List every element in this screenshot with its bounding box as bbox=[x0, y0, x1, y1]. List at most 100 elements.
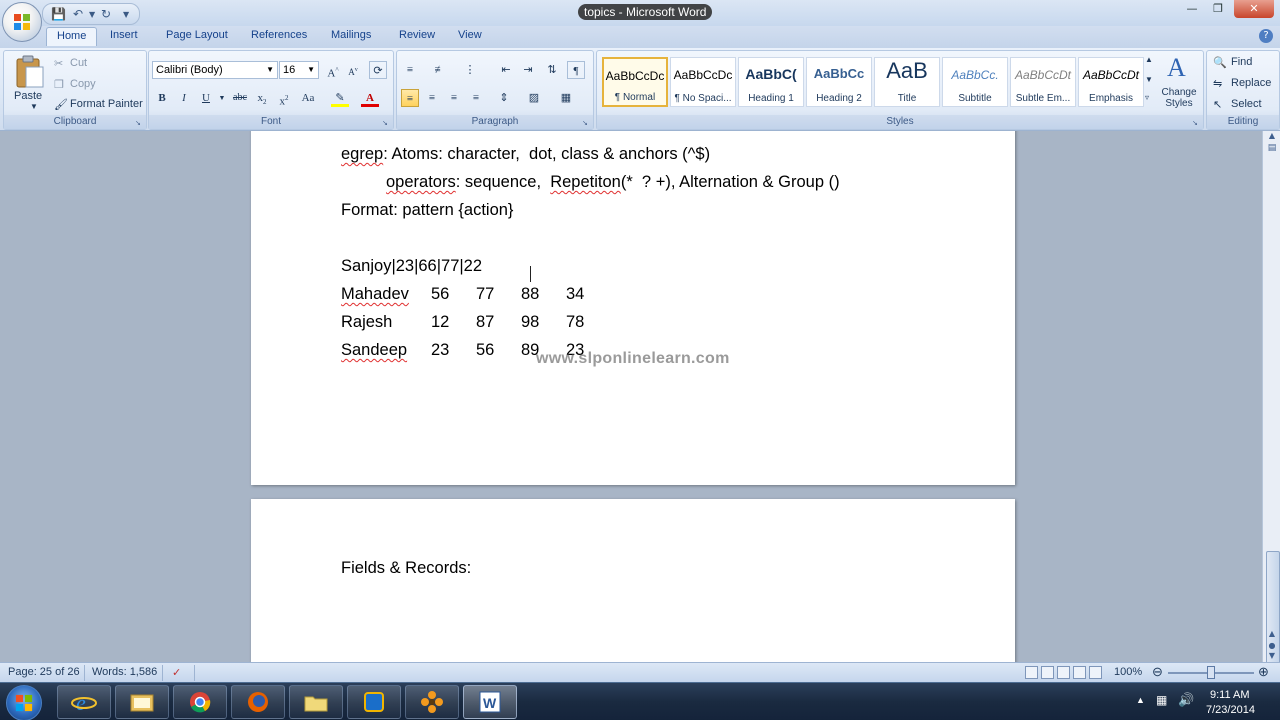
styles-scroll-down-icon[interactable]: ▼ bbox=[1145, 75, 1153, 84]
numbering-icon[interactable]: ≢ bbox=[431, 61, 449, 79]
replace-button[interactable]: Replace bbox=[1231, 77, 1271, 89]
save-icon[interactable]: 💾 bbox=[51, 7, 66, 21]
align-left-icon[interactable]: ≡ bbox=[401, 89, 419, 107]
style-normal[interactable]: AaBbCcDc ¶ Normal bbox=[602, 57, 668, 107]
replace-icon[interactable]: ⇋ bbox=[1213, 77, 1222, 90]
doc-line-sanjoy[interactable]: Sanjoy|23|66|77|22 bbox=[341, 257, 482, 276]
tab-view[interactable]: View bbox=[458, 29, 482, 41]
tab-insert[interactable]: Insert bbox=[110, 29, 138, 41]
taskbar-file-explorer[interactable] bbox=[115, 685, 169, 719]
print-layout-icon[interactable] bbox=[1025, 666, 1038, 679]
tab-references[interactable]: References bbox=[251, 29, 307, 41]
shading-icon[interactable]: ▨ bbox=[525, 89, 543, 107]
office-button[interactable] bbox=[2, 2, 42, 42]
grow-font-icon[interactable]: A^ bbox=[324, 61, 342, 80]
style-subtle-emphasis[interactable]: AaBbCcDt Subtle Em... bbox=[1010, 57, 1076, 107]
sort-icon[interactable]: ⇅ bbox=[543, 61, 561, 79]
find-button[interactable]: Find bbox=[1231, 56, 1252, 68]
change-styles-icon[interactable]: A bbox=[1167, 53, 1186, 83]
style-heading-2[interactable]: AaBbCc Heading 2 bbox=[806, 57, 872, 107]
tab-home[interactable]: Home bbox=[46, 27, 98, 46]
undo-dropdown-icon[interactable]: ▼ bbox=[89, 10, 95, 19]
copy-button[interactable]: Copy bbox=[70, 78, 96, 90]
page-count[interactable]: Page: 25 of 26 bbox=[8, 666, 80, 678]
font-size-combo[interactable]: 16 ▼ bbox=[279, 61, 319, 79]
tab-review[interactable]: Review bbox=[399, 29, 435, 41]
help-icon[interactable]: ? bbox=[1259, 29, 1273, 43]
page-26[interactable] bbox=[251, 499, 1015, 662]
paragraph-launcher-icon[interactable]: ↘ bbox=[582, 119, 590, 127]
customize-icon[interactable]: ▼ bbox=[123, 10, 129, 19]
full-screen-reading-icon[interactable] bbox=[1041, 666, 1054, 679]
change-case-icon[interactable]: Aa bbox=[299, 89, 317, 107]
font-launcher-icon[interactable]: ↘ bbox=[382, 119, 390, 127]
style-no-spacing[interactable]: AaBbCcDc ¶ No Spaci... bbox=[670, 57, 736, 107]
doc-line-format[interactable]: Format: pattern {action} bbox=[341, 201, 513, 220]
change-styles-button[interactable]: Change Styles bbox=[1161, 87, 1197, 109]
show-formatting-icon[interactable]: ¶ bbox=[567, 61, 585, 79]
doc-line-egrep[interactable]: egrep: Atoms: character, dot, class & an… bbox=[341, 145, 710, 164]
vertical-scrollbar[interactable]: ▤ ▲ ▲ ● ▼ bbox=[1262, 129, 1280, 713]
bold-icon[interactable]: B bbox=[153, 89, 171, 107]
zoom-slider-thumb[interactable] bbox=[1207, 666, 1215, 679]
align-right-icon[interactable]: ≡ bbox=[445, 89, 463, 107]
minimize-button[interactable]: — bbox=[1180, 0, 1204, 18]
proofing-icon[interactable]: ✓ bbox=[172, 666, 181, 679]
word-count[interactable]: Words: 1,586 bbox=[92, 666, 157, 678]
decrease-indent-icon[interactable]: ⇤ bbox=[497, 61, 515, 79]
styles-launcher-icon[interactable]: ↘ bbox=[1192, 119, 1200, 127]
font-color-icon[interactable]: A bbox=[361, 89, 379, 107]
style-emphasis[interactable]: AaBbCcDt Emphasis bbox=[1078, 57, 1144, 107]
format-painter-icon[interactable]: 🖌 bbox=[54, 98, 68, 111]
tab-mailings[interactable]: Mailings bbox=[331, 29, 371, 41]
taskbar-flower-app[interactable] bbox=[405, 685, 459, 719]
draft-icon[interactable] bbox=[1089, 666, 1102, 679]
redo-icon[interactable]: ↻ bbox=[101, 7, 111, 21]
show-hidden-icons-icon[interactable]: ▲ bbox=[1136, 695, 1145, 705]
paste-dropdown-icon[interactable]: ▼ bbox=[30, 102, 38, 111]
select-icon[interactable]: ↖ bbox=[1213, 98, 1222, 111]
styles-scroll-up-icon[interactable]: ▲ bbox=[1145, 55, 1153, 64]
paste-icon[interactable] bbox=[14, 55, 46, 89]
clipboard-launcher-icon[interactable]: ↘ bbox=[135, 119, 143, 127]
select-button[interactable]: Select bbox=[1231, 98, 1262, 110]
close-button[interactable]: ✕ bbox=[1234, 0, 1274, 18]
ruler-toggle-icon[interactable]: ▤ bbox=[1265, 141, 1279, 155]
taskbar-virtualbox[interactable] bbox=[347, 685, 401, 719]
volume-icon[interactable]: 🔊 bbox=[1178, 692, 1194, 708]
start-button[interactable] bbox=[6, 685, 42, 720]
zoom-out-icon[interactable]: ⊖ bbox=[1152, 664, 1163, 680]
bullets-icon[interactable]: ≡ bbox=[401, 61, 419, 79]
clock-time[interactable]: 9:11 AM bbox=[1210, 689, 1250, 701]
document-area[interactable] bbox=[0, 131, 1262, 662]
shrink-font-icon[interactable]: Av bbox=[344, 61, 362, 79]
restore-button[interactable]: ❐ bbox=[1206, 0, 1230, 18]
cut-button[interactable]: Cut bbox=[70, 57, 87, 69]
undo-icon[interactable]: ↶ bbox=[73, 7, 83, 21]
doc-line-operators[interactable]: operators: sequence, Repetiton(* ? +), A… bbox=[386, 173, 840, 192]
style-heading-1[interactable]: AaBbC( Heading 1 bbox=[738, 57, 804, 107]
align-center-icon[interactable]: ≡ bbox=[423, 89, 441, 107]
next-page-icon[interactable]: ▼ bbox=[1265, 649, 1279, 663]
tab-page-layout[interactable]: Page Layout bbox=[166, 29, 228, 41]
taskbar-firefox[interactable] bbox=[231, 685, 285, 719]
clock-date[interactable]: 7/23/2014 bbox=[1206, 704, 1255, 716]
cut-icon[interactable]: ✂ bbox=[54, 57, 63, 70]
justify-icon[interactable]: ≡ bbox=[467, 89, 485, 107]
font-name-combo[interactable]: Calibri (Body) ▼ bbox=[152, 61, 278, 79]
taskbar-folder[interactable] bbox=[289, 685, 343, 719]
style-subtitle[interactable]: AaBbCc. Subtitle bbox=[942, 57, 1008, 107]
font-size-dropdown-icon[interactable]: ▼ bbox=[307, 62, 315, 78]
outline-icon[interactable] bbox=[1073, 666, 1086, 679]
scroll-up-icon[interactable]: ▲ bbox=[1265, 129, 1279, 143]
underline-dropdown-icon[interactable]: ▼ bbox=[213, 89, 231, 107]
paste-label[interactable]: Paste bbox=[14, 90, 42, 102]
strikethrough-icon[interactable]: abc bbox=[231, 89, 249, 107]
format-painter-button[interactable]: Format Painter bbox=[70, 98, 143, 110]
italic-icon[interactable]: I bbox=[175, 89, 193, 107]
zoom-in-icon[interactable]: ⊕ bbox=[1258, 664, 1269, 680]
borders-icon[interactable]: ▦ bbox=[557, 89, 575, 107]
copy-icon[interactable]: ❐ bbox=[54, 78, 64, 91]
style-title[interactable]: AaB Title bbox=[874, 57, 940, 107]
web-layout-icon[interactable] bbox=[1057, 666, 1070, 679]
